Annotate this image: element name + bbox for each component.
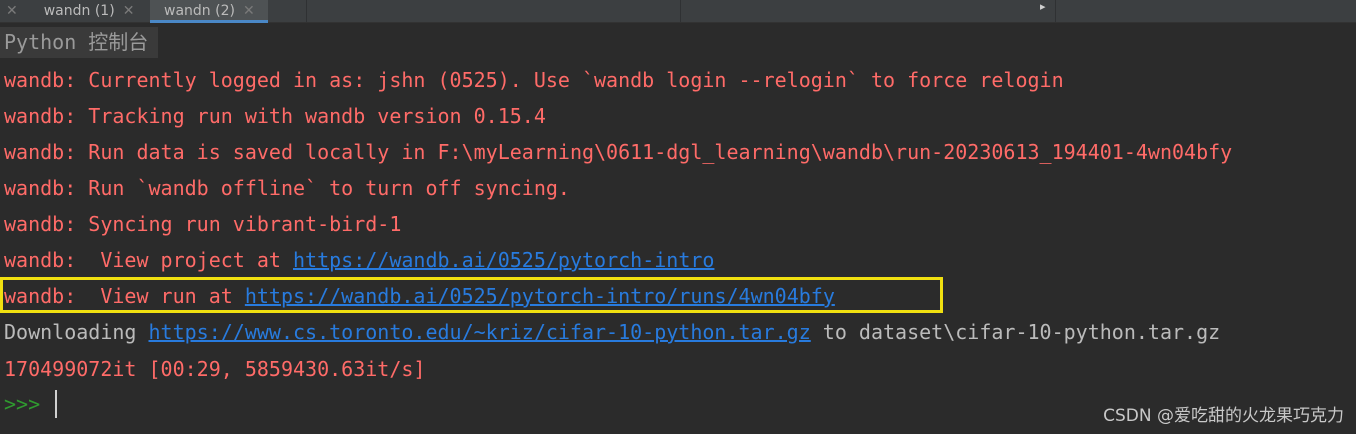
project-link[interactable]: https://wandb.ai/0525/pytorch-intro <box>293 248 714 272</box>
console-line: wandb: Currently logged in as: jshn (052… <box>4 68 1064 92</box>
tab-wandn-1[interactable]: ✕ wandn (1) ✕ <box>6 0 134 22</box>
console-prompt: >>> <box>4 392 41 416</box>
tab-divider <box>306 0 307 22</box>
tab-divider <box>680 0 681 22</box>
download-line: Downloading https://www.cs.toronto.edu/~… <box>4 320 1221 344</box>
watermark: CSDN @爱吃甜的火龙果巧克力 <box>1103 406 1344 426</box>
tab-label: wandn (1) <box>43 3 115 19</box>
tab-label: wandn (2) <box>164 3 235 19</box>
tab-wandn-2[interactable]: wandn (2) ✕ <box>150 0 268 23</box>
dataset-link[interactable]: https://www.cs.toronto.edu/~kriz/cifar-1… <box>149 320 811 344</box>
console-line: wandb: Syncing run vibrant-bird-1 <box>4 212 402 236</box>
progress-line: 170499072it [00:29, 5859430.63it/s] <box>4 357 426 381</box>
caret-icon: ▸ <box>1040 0 1046 13</box>
console-title: Python 控制台 <box>0 27 158 58</box>
close-icon[interactable]: ✕ <box>6 3 18 19</box>
console-line: wandb: Run data is saved locally in F:\m… <box>4 140 1233 164</box>
console-line: wandb: View project at https://wandb.ai/… <box>4 248 715 272</box>
console-line: wandb: Run `wandb offline` to turn off s… <box>4 176 570 200</box>
close-icon[interactable]: ✕ <box>243 3 255 19</box>
highlight-box <box>0 277 943 313</box>
text-cursor[interactable] <box>55 390 57 418</box>
tab-divider <box>1055 0 1056 22</box>
tab-bar: ✕ wandn (1) ✕ wandn (2) ✕ ▸ <box>0 0 1356 23</box>
console-line: wandb: Tracking run with wandb version 0… <box>4 104 546 128</box>
close-icon[interactable]: ✕ <box>123 3 135 19</box>
